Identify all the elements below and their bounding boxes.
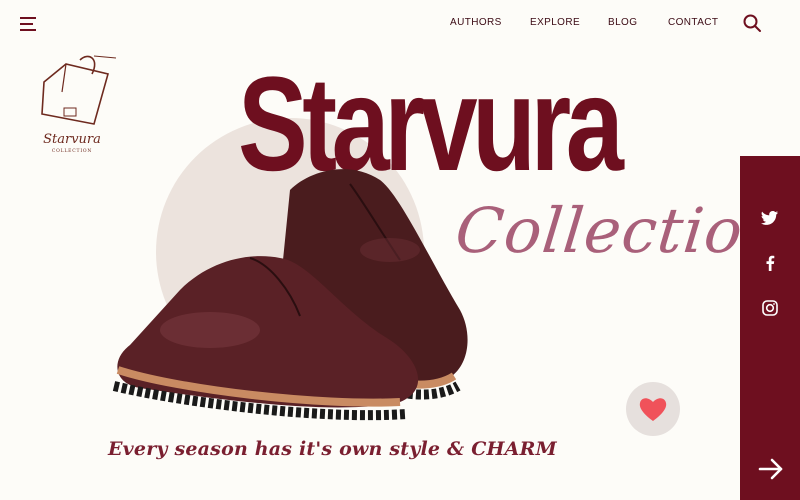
facebook-link[interactable] [760, 253, 780, 273]
heart-icon [639, 398, 667, 421]
arrow-right-icon [758, 458, 783, 480]
social-sidebar [740, 156, 800, 500]
twitter-icon [761, 211, 778, 225]
hero-subtitle: Collection [452, 194, 788, 267]
hamburger-menu-icon [20, 17, 36, 31]
logo-subtitle: COLLECTION [51, 149, 93, 154]
next-slide-button[interactable] [756, 454, 786, 484]
menu-button[interactable] [18, 14, 40, 34]
twitter-link[interactable] [760, 208, 780, 228]
shopping-bag-logo-icon [41, 55, 117, 125]
shoes-image [112, 169, 468, 421]
hero-tagline: Every season has it's own style & CHARM [108, 438, 557, 460]
nav-authors-link[interactable]: AUTHORS [450, 17, 502, 28]
search-icon [743, 14, 761, 32]
nav-contact-link[interactable]: CONTACT [668, 17, 718, 28]
instagram-icon [762, 300, 778, 316]
nav-explore-link[interactable]: EXPLORE [530, 17, 580, 28]
favorite-button[interactable] [626, 382, 680, 436]
facebook-icon [766, 255, 775, 271]
search-button[interactable] [742, 13, 762, 33]
instagram-link[interactable] [760, 298, 780, 318]
nav-blog-link[interactable]: BLOG [608, 17, 637, 28]
logo-name: Starvura [43, 132, 101, 147]
